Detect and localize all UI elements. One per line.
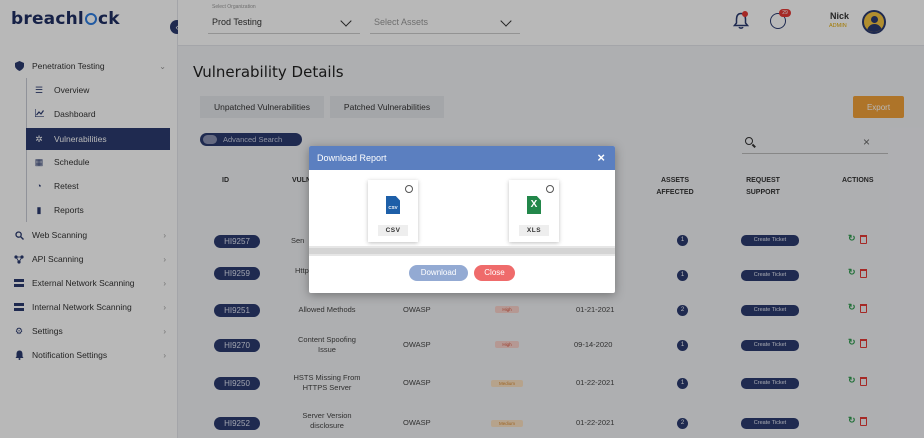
dialog-horizontal-scrollbar[interactable] bbox=[309, 246, 615, 256]
csv-file-icon-text: CSV bbox=[388, 205, 398, 210]
close-icon[interactable]: × bbox=[597, 150, 605, 165]
dialog-title: Download Report bbox=[317, 153, 387, 163]
xls-option-label: XLS bbox=[519, 225, 549, 236]
scrollbar-thumb[interactable] bbox=[309, 248, 615, 254]
excel-file-icon-letter: X bbox=[530, 199, 538, 210]
download-report-dialog: Download Report × CSV CSV X XLS Download… bbox=[309, 146, 615, 293]
close-button[interactable]: Close bbox=[474, 265, 515, 281]
csv-option-card[interactable]: CSV CSV bbox=[368, 180, 418, 242]
csv-option-label: CSV bbox=[378, 225, 408, 236]
dialog-header: Download Report × bbox=[309, 146, 615, 170]
xls-option-card[interactable]: X XLS bbox=[509, 180, 559, 242]
download-button[interactable]: Download bbox=[409, 265, 468, 281]
xls-radio[interactable] bbox=[546, 185, 554, 193]
csv-radio[interactable] bbox=[405, 185, 413, 193]
